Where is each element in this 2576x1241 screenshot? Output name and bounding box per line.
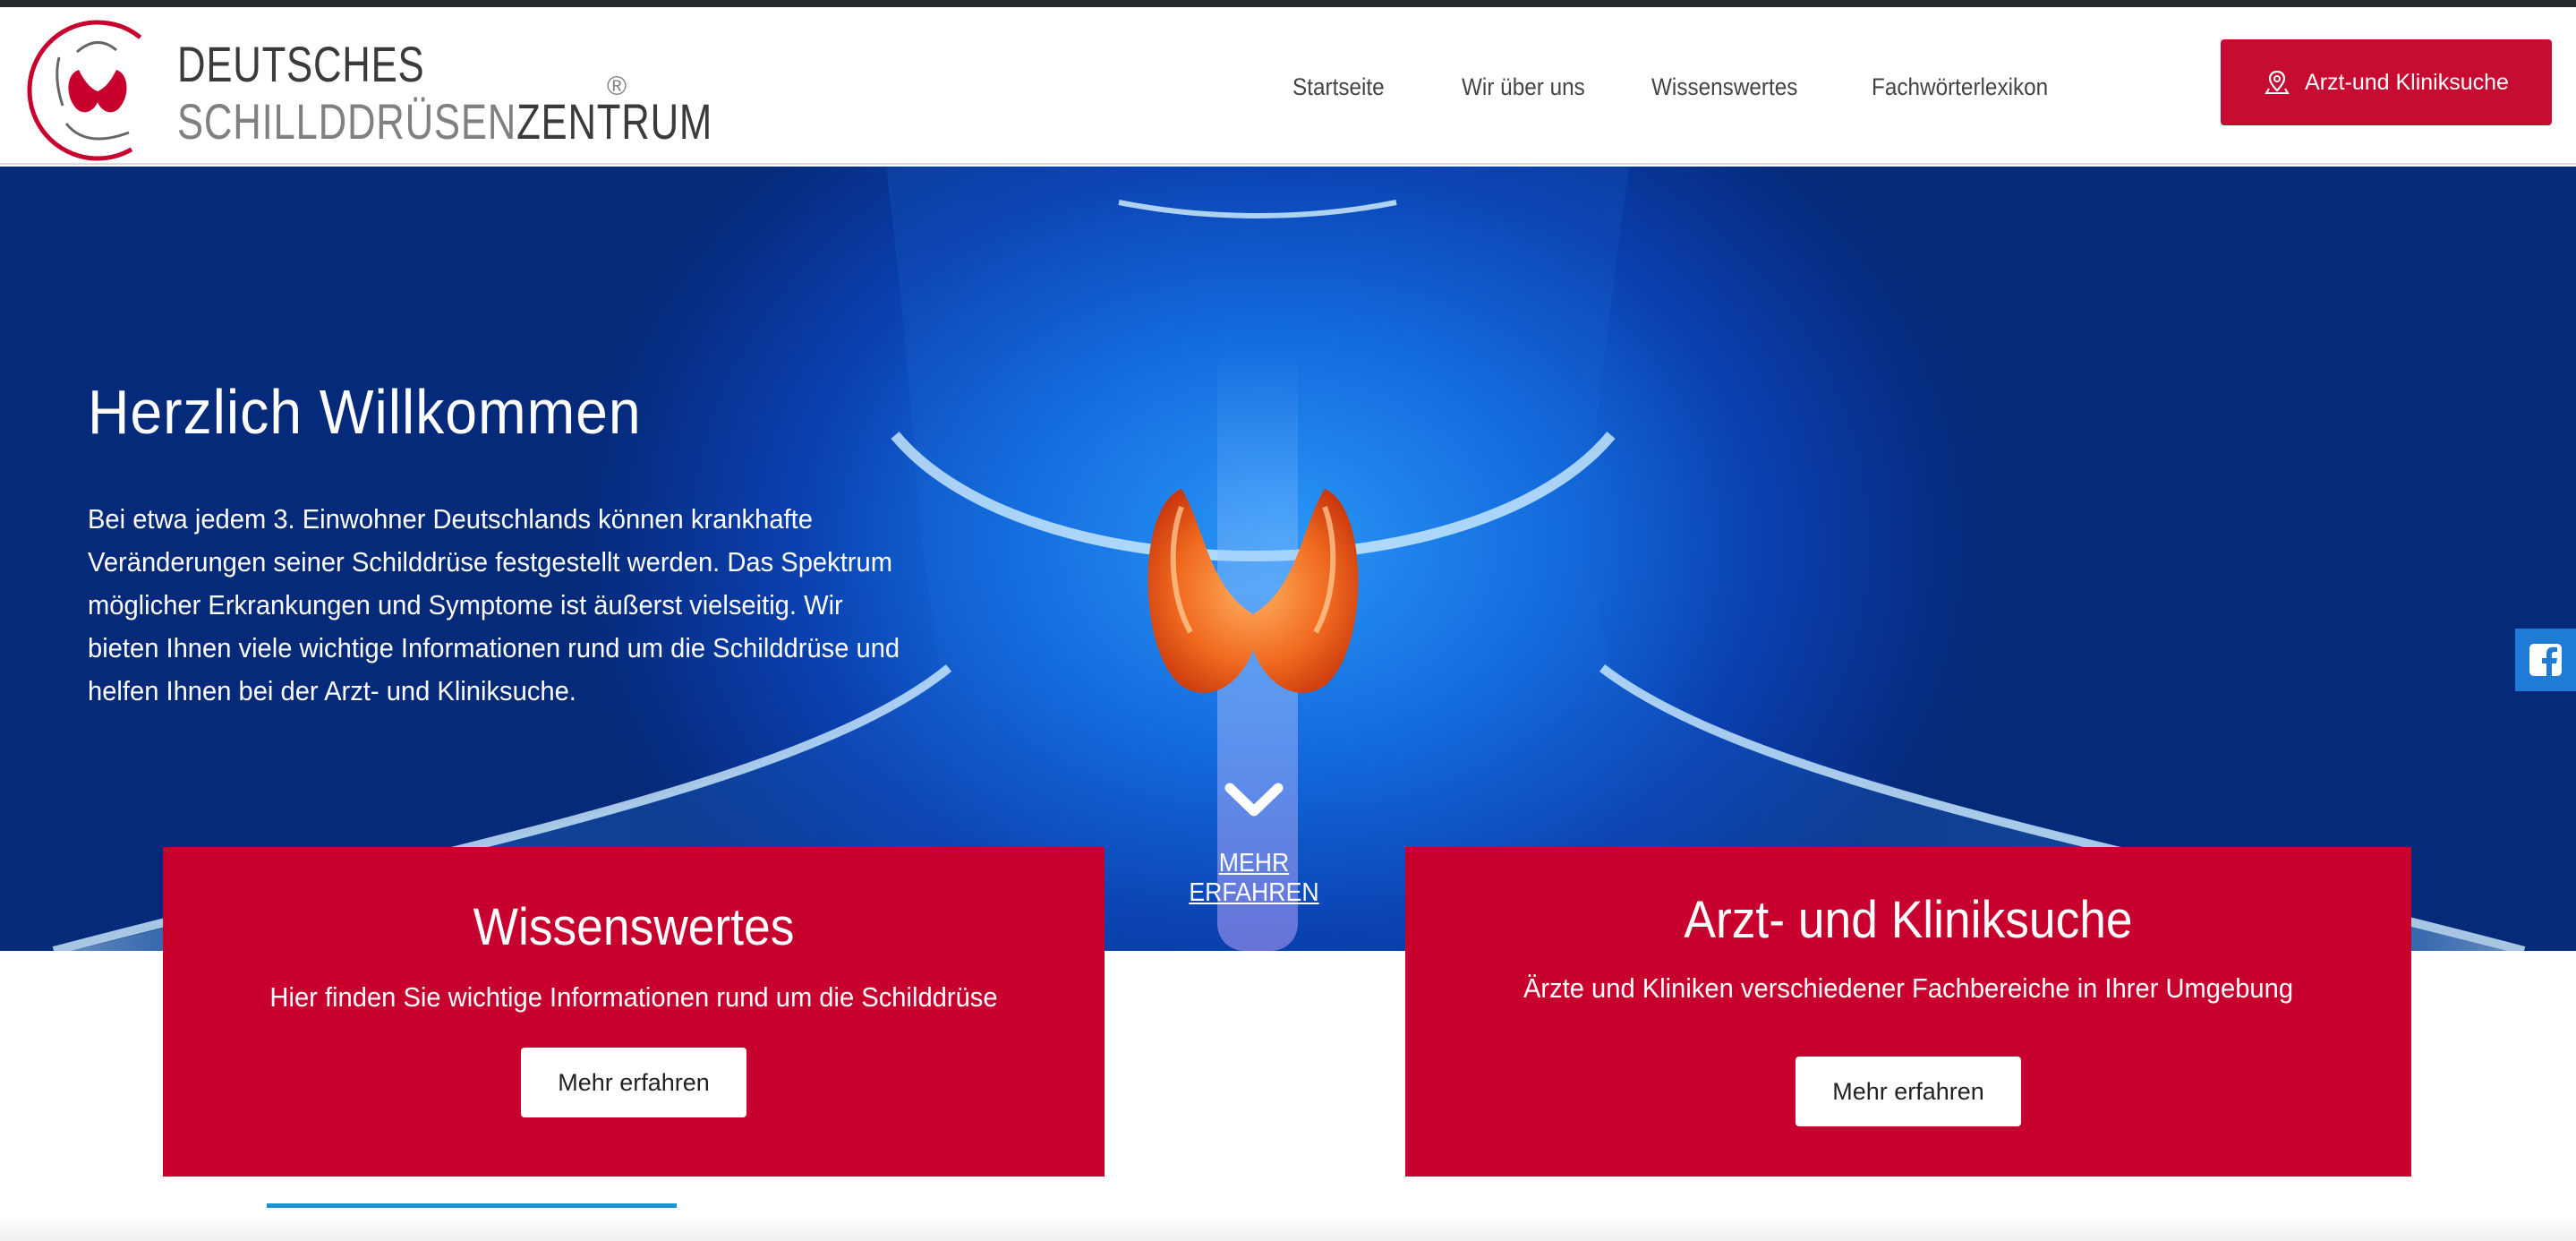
nav-item-wissenswertes[interactable]: Wissenswertes [1651,73,1797,101]
top-strip [0,0,2576,7]
facebook-share-tab[interactable] [2515,629,2576,691]
doctor-clinic-search-button[interactable]: Arzt-und Kliniksuche [2221,39,2552,125]
mehr-erfahren-link[interactable]: MEHR ERFAHREN [1167,849,1340,908]
arzt-kliniksuche-card-subtitle: Ärzte und Kliniken verschiedener Fachber… [1523,972,2294,1004]
wissenswertes-card: Wissenswertes Hier finden Sie wichtige I… [163,847,1105,1177]
wissenswertes-more-button[interactable]: Mehr erfahren [521,1048,746,1117]
arzt-kliniksuche-card-title: Arzt- und Kliniksuche [1684,891,2133,949]
main-nav: Startseite Wir über uns Wissenswertes Fa… [0,73,2576,109]
facebook-icon [2529,644,2562,677]
doctor-clinic-search-label: Arzt-und Kliniksuche [2305,69,2509,95]
wissenswertes-card-subtitle: Hier finden Sie wichtige Informationen r… [269,981,998,1013]
hero-title: Herzlich Willkommen [88,377,642,447]
section-accent-line [267,1203,677,1208]
chevron-down-icon[interactable] [1224,781,1284,820]
hero-banner: Herzlich Willkommen Bei etwa jedem 3. Ei… [0,167,2576,951]
arzt-kliniksuche-card: Arzt- und Kliniksuche Ärzte und Kliniken… [1405,847,2411,1177]
map-pin-icon [2265,70,2290,94]
nav-item-fachwoerterlexikon[interactable]: Fachwörterlexikon [1872,73,2048,101]
arzt-kliniksuche-more-button[interactable]: Mehr erfahren [1796,1057,2021,1126]
wissenswertes-card-title: Wissenswertes [473,898,795,956]
next-section-edge [0,1214,2576,1241]
nav-item-startseite[interactable]: Startseite [1292,73,1385,101]
hero-intro-text: Bei etwa jedem 3. Einwohner Deutschlands… [88,503,900,706]
nav-item-wir-ueber-uns[interactable]: Wir über uns [1462,73,1585,101]
site-header: DEUTSCHES SCHILLDDRÜSENZENTRUM ® Startse… [0,7,2576,165]
